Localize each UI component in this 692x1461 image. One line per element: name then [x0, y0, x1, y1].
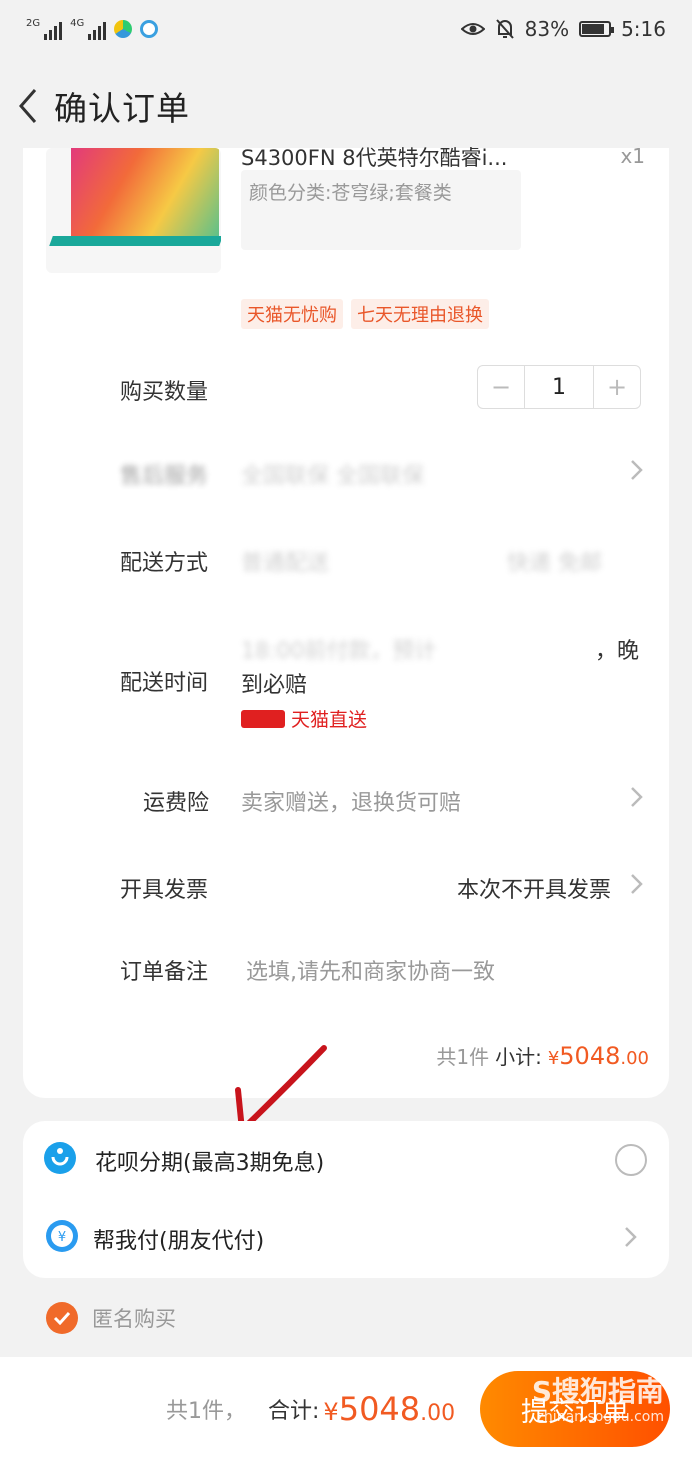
tag-worry-free: 天猫无忧购 [241, 299, 343, 329]
video-app-icon [114, 20, 133, 38]
product-qty: x1 [620, 144, 645, 168]
clock: 5:16 [621, 17, 666, 41]
friend-pay-label: 帮我付(朋友代付) [93, 1229, 265, 1254]
plus-button[interactable]: + [594, 366, 640, 408]
tmall-direct-badge: 天猫直送 [241, 705, 367, 732]
freight-insurance-label: 运费险 [143, 791, 210, 816]
payment-card: 花呗分期(最高3期免息) ¥ 帮我付(朋友代付) [23, 1121, 669, 1278]
friend-pay-row[interactable]: ¥ 帮我付(朋友代付) [23, 1199, 669, 1277]
watermark-line2: zhinan.sogou.com [536, 1409, 664, 1425]
remark-input[interactable]: 选填,请先和商家协商一致 [246, 954, 495, 986]
back-arrow-icon[interactable] [8, 86, 48, 126]
service-tags: 天猫无忧购 七天无理由退换 [241, 299, 489, 329]
footer-total-label: 合计: [268, 1399, 320, 1424]
subtotal-label: 小计: [495, 1045, 542, 1069]
delivery-time-line1-tail: ，晚 [595, 639, 640, 664]
svg-text:¥: ¥ [58, 1230, 66, 1245]
huabei-icon [44, 1142, 76, 1174]
freight-insurance-value[interactable]: 卖家赠送，退换货可赔 [241, 785, 461, 817]
quantity-label: 购买数量 [120, 380, 209, 405]
chevron-right-icon[interactable] [629, 872, 645, 896]
minus-button[interactable]: − [478, 366, 524, 408]
signal-2g-icon: 2G [26, 18, 63, 40]
watermark-line1: S搜狗指南 [531, 1375, 664, 1408]
product-sku: 颜色分类:苍穹绿;套餐类 [241, 170, 521, 250]
order-card: S4300FN 8代英特尔酷睿i... x1 颜色分类:苍穹绿;套餐类 天猫无忧… [23, 144, 669, 1098]
mute-bell-icon [495, 19, 514, 39]
delivery-time-line1: 18:00前付款，预计 [241, 639, 437, 664]
anonymous-purchase[interactable]: 匿名购买 [46, 1302, 176, 1334]
browser-app-icon [140, 20, 159, 38]
subtotal-count: 共1件 [436, 1045, 490, 1069]
product-title[interactable]: S4300FN 8代英特尔酷睿i... [241, 142, 631, 172]
invoice-label: 开具发票 [120, 878, 209, 903]
subtotal-price: ¥5048.00 [547, 1042, 649, 1070]
chevron-right-icon[interactable] [623, 1225, 639, 1249]
page-title: 确认订单 [54, 89, 190, 128]
battery-icon [579, 21, 615, 37]
invoice-value[interactable]: 本次不开具发票 [457, 872, 611, 904]
eye-comfort-icon [460, 23, 485, 35]
delivery-value[interactable]: 普通配送 [241, 545, 329, 577]
huabei-radio[interactable] [615, 1144, 647, 1176]
delivery-label: 配送方式 [120, 551, 209, 576]
battery-percent: 83% [524, 17, 570, 41]
header: 确认订单 [0, 64, 692, 148]
product-image[interactable] [46, 148, 221, 273]
subtotal: 共1件 小计: ¥5048.00 [436, 1041, 649, 1070]
tmall-cat-icon [241, 709, 285, 728]
tmall-direct-text: 天猫直送 [291, 709, 368, 731]
sku-text: 颜色分类:苍穹绿;套餐类 [249, 182, 452, 204]
quantity-stepper: − 1 + [477, 365, 641, 409]
quantity-value[interactable]: 1 [524, 366, 594, 408]
status-bar: 2G 4G 83% 5:16 [0, 0, 692, 58]
delivery-time-line2: 到必赔 [241, 673, 308, 698]
remark-label: 订单备注 [120, 960, 209, 985]
footer-total-price: ¥5048.00 [323, 1390, 456, 1428]
chevron-right-icon[interactable] [629, 458, 645, 482]
delivery-time-label: 配送时间 [120, 671, 209, 696]
delivery-value-2[interactable]: 快递 免邮 [507, 545, 602, 577]
friend-pay-icon: ¥ [46, 1220, 78, 1252]
footer-count: 共1件， [166, 1399, 246, 1424]
anonymous-label: 匿名购买 [92, 1307, 176, 1331]
huabei-label: 花呗分期(最高3期免息) [95, 1151, 325, 1176]
checkmark-icon[interactable] [46, 1302, 78, 1334]
chevron-right-icon[interactable] [629, 785, 645, 809]
signal-4g-icon: 4G [70, 18, 107, 40]
after-sale-label: 售后服务 [120, 464, 209, 489]
sogou-watermark: S搜狗指南 zhinan.sogou.com [531, 1375, 664, 1425]
tag-seven-day-return: 七天无理由退换 [351, 299, 489, 329]
after-sale-value[interactable]: 全国联保 全国联保 [241, 458, 424, 490]
huabei-row[interactable]: 花呗分期(最高3期免息) [23, 1121, 669, 1199]
